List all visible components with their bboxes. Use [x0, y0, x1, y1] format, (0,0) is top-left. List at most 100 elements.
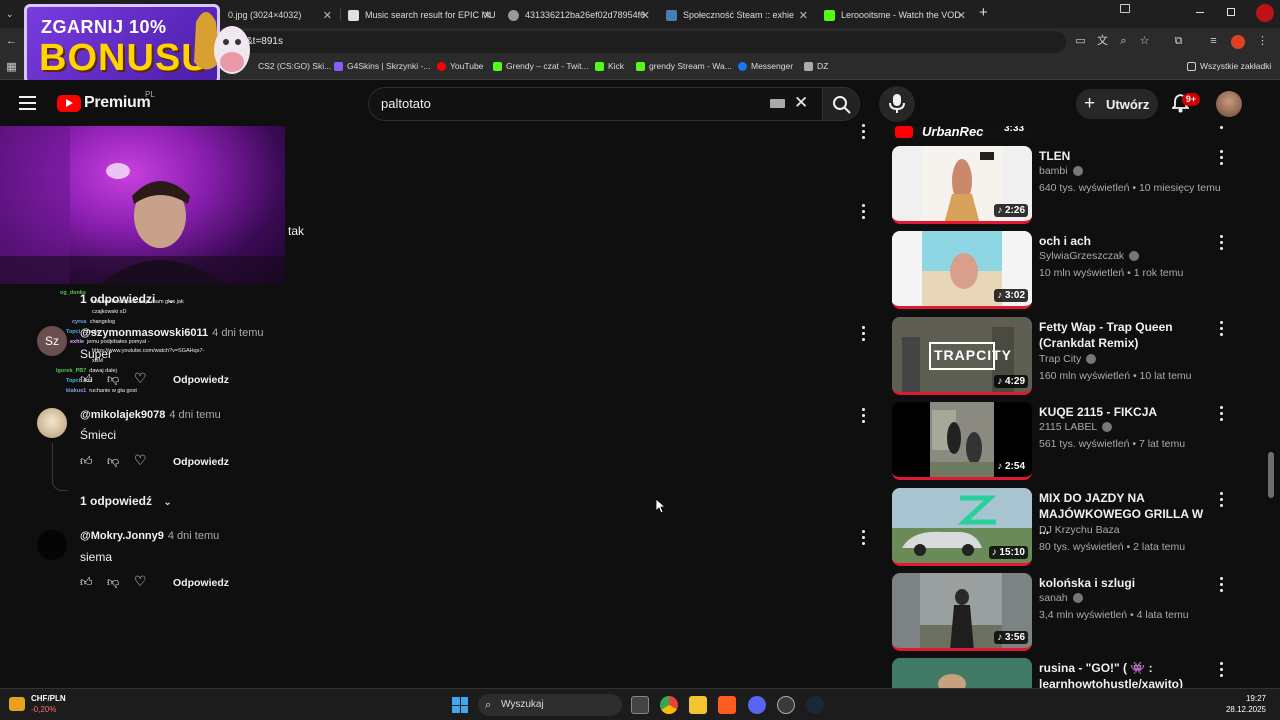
restore-button[interactable] — [1227, 8, 1235, 16]
avatar[interactable] — [37, 530, 67, 560]
taskbar-search-box[interactable]: ⌕ Wyszukaj — [478, 694, 622, 716]
video-thumbnail[interactable]: ♪ 3:02 — [892, 231, 1032, 309]
keyboard-icon[interactable] — [770, 99, 785, 108]
video-more-icon[interactable] — [1219, 126, 1223, 132]
browser-tab[interactable]: Music search result for EPIC MU ✕ — [340, 4, 500, 26]
steam-icon[interactable] — [806, 696, 824, 714]
close-icon[interactable]: ✕ — [323, 9, 332, 22]
video-thumbnail[interactable]: ♪ 15:10 — [892, 488, 1032, 566]
video-title[interactable]: TLEN — [1039, 148, 1209, 164]
video-thumbnail[interactable] — [892, 658, 1032, 688]
comment-more-icon[interactable] — [861, 124, 865, 140]
channel-name[interactable]: sanah — [1039, 592, 1083, 604]
clock-time[interactable]: 19:27 — [1228, 694, 1266, 703]
like-icon[interactable]: 👍︎ — [80, 454, 93, 469]
back-arrow-icon[interactable]: ← — [5, 35, 18, 48]
channel-name[interactable]: SylwiaGrzeszczak — [1039, 250, 1140, 262]
video-more-icon[interactable] — [1219, 150, 1223, 166]
dislike-icon[interactable]: 👎︎ — [107, 454, 119, 469]
channel-name[interactable]: 2115 LABEL — [1039, 421, 1113, 433]
file-explorer-icon[interactable] — [689, 696, 707, 714]
video-title[interactable]: KUQE 2115 - FIKCJA — [1039, 404, 1209, 420]
discord-icon[interactable] — [748, 696, 766, 714]
app-icon[interactable] — [777, 696, 795, 714]
video-thumbnail[interactable]: ♪ 3:56 — [892, 573, 1032, 651]
video-thumbnail[interactable]: ♪ 2:26 — [892, 146, 1032, 224]
dislike-icon[interactable]: 👎︎ — [107, 372, 119, 387]
ticker-widget-icon[interactable] — [9, 697, 25, 711]
channel-name[interactable]: DJ Krzychu Baza — [1039, 524, 1120, 536]
bookmark-item[interactable]: G4Skins | Skrzynki -... — [334, 61, 430, 71]
create-button[interactable]: + Utwórz — [1076, 89, 1158, 119]
extensions-icon[interactable]: ⧉ — [1172, 35, 1185, 48]
profile-extension-icon[interactable] — [1256, 4, 1274, 22]
bookmark-item[interactable]: Messenger — [738, 61, 793, 71]
bookmark-item[interactable]: Grendy – czat - Twit... — [493, 61, 589, 71]
tab-list-chevron-icon[interactable]: ⌄ — [6, 9, 14, 20]
bookmark-item[interactable]: Kick — [595, 61, 624, 71]
video-more-icon[interactable] — [1219, 235, 1223, 251]
bookmark-star-icon[interactable]: ☆ — [1138, 35, 1151, 48]
video-title[interactable]: kolońska i szlugi — [1039, 575, 1209, 591]
heart-icon[interactable]: ♡ — [134, 452, 147, 469]
video-thumbnail[interactable]: ♪ 2:54 — [892, 402, 1032, 480]
apps-grid-icon[interactable]: ▦ — [5, 61, 18, 74]
heart-icon[interactable]: ♡ — [134, 573, 147, 590]
comment-author[interactable]: @mikolajek9078 4 dni temu — [80, 409, 221, 421]
comment-more-icon[interactable] — [861, 408, 865, 424]
reply-button[interactable]: Odpowiedz — [173, 374, 229, 386]
bookmark-item[interactable]: YouTube — [437, 61, 483, 71]
related-video[interactable]: ♪ 2:54 KUQE 2115 - FIKCJA 2115 LABEL 561… — [892, 402, 1237, 482]
menu-kebab-icon[interactable]: ⋮ — [1256, 35, 1269, 48]
hamburger-menu-icon[interactable] — [19, 96, 36, 110]
voice-search-button[interactable] — [879, 86, 915, 122]
user-avatar[interactable] — [1216, 91, 1242, 117]
reply-button[interactable]: Odpowiedz — [173, 456, 229, 468]
reply-button[interactable]: Odpowiedz — [173, 577, 229, 589]
video-title[interactable]: och i ach — [1039, 233, 1209, 249]
related-video[interactable]: ♪ 15:10 MIX DO JAZDY NA MAJÓWKOWEGO GRIL… — [892, 488, 1237, 568]
comment-more-icon[interactable] — [861, 326, 865, 342]
view-replies-toggle[interactable]: 1 odpowiedź ⌄ — [80, 494, 172, 508]
profile-avatar-icon[interactable] — [1231, 35, 1245, 49]
bookmark-item[interactable]: grendy Stream - Wa... — [636, 61, 732, 71]
youtube-logo-text[interactable]: Premium — [84, 94, 151, 112]
channel-name[interactable]: bambi — [1039, 165, 1083, 177]
video-more-icon[interactable] — [1219, 321, 1223, 337]
heart-icon[interactable]: ♡ — [134, 370, 147, 387]
zoom-icon[interactable]: ⌕ — [1117, 35, 1130, 48]
ticker-symbol[interactable]: CHF/PLN — [31, 694, 66, 703]
search-input[interactable]: paltotato — [368, 87, 824, 121]
close-icon[interactable]: ✕ — [483, 9, 492, 22]
app-icon[interactable] — [718, 696, 736, 714]
cast-icon[interactable]: ▭ — [1074, 35, 1087, 48]
video-title[interactable]: Fetty Wap - Trap Queen (Crankdat Remix) — [1039, 319, 1209, 351]
comment-more-icon[interactable] — [861, 204, 865, 220]
page-scrollbar-thumb[interactable] — [1268, 452, 1274, 498]
comment-author[interactable]: @szymonmasowski6011 4 dni temu — [80, 327, 264, 339]
browser-tab[interactable]: Społeczność Steam :: exhie ✕ — [658, 4, 816, 26]
clock-date[interactable]: 28.12.2025 — [1220, 705, 1266, 714]
related-thumbnail-partial[interactable]: UrbanRec 3:33 — [892, 126, 1032, 140]
windows-start-icon[interactable] — [452, 697, 468, 713]
close-icon[interactable]: ✕ — [641, 9, 650, 22]
new-tab-button[interactable]: + — [979, 4, 988, 21]
clear-search-icon[interactable]: ✕ — [794, 93, 808, 113]
search-button[interactable] — [822, 87, 860, 121]
video-more-icon[interactable] — [1219, 662, 1223, 678]
browser-tab[interactable]: Leroooitsme - Watch the VOD ✕ — [816, 4, 974, 26]
youtube-logo-icon[interactable] — [57, 95, 81, 112]
related-video[interactable]: ♪ 3:56 kolońska i szlugi sanah 3,4 mln w… — [892, 573, 1237, 653]
related-video[interactable]: rusina - "GO!" ( 👾 : learnhowtohustle/xa… — [892, 658, 1237, 688]
media-icon[interactable]: ≡ — [1207, 35, 1220, 48]
related-video[interactable]: ♪ 3:02 och i ach SylwiaGrzeszczak 10 mln… — [892, 231, 1237, 311]
all-bookmarks-folder[interactable]: Wszystkie zakładki — [1187, 61, 1271, 71]
translate-icon[interactable]: 文 — [1096, 35, 1109, 48]
bookmark-item[interactable]: CS2 (CS:GO) Ski... — [258, 61, 331, 71]
like-icon[interactable]: 👍︎ — [80, 575, 93, 590]
bookmark-item[interactable]: DZ — [804, 61, 828, 71]
tab-search-icon[interactable] — [1120, 4, 1130, 13]
comment-author[interactable]: @Mokry.Jonny9 4 dni temu — [80, 530, 219, 542]
related-video[interactable]: TRAPCITY ♪ 4:29 Fetty Wap - Trap Queen (… — [892, 317, 1237, 397]
task-view-icon[interactable] — [631, 696, 649, 714]
